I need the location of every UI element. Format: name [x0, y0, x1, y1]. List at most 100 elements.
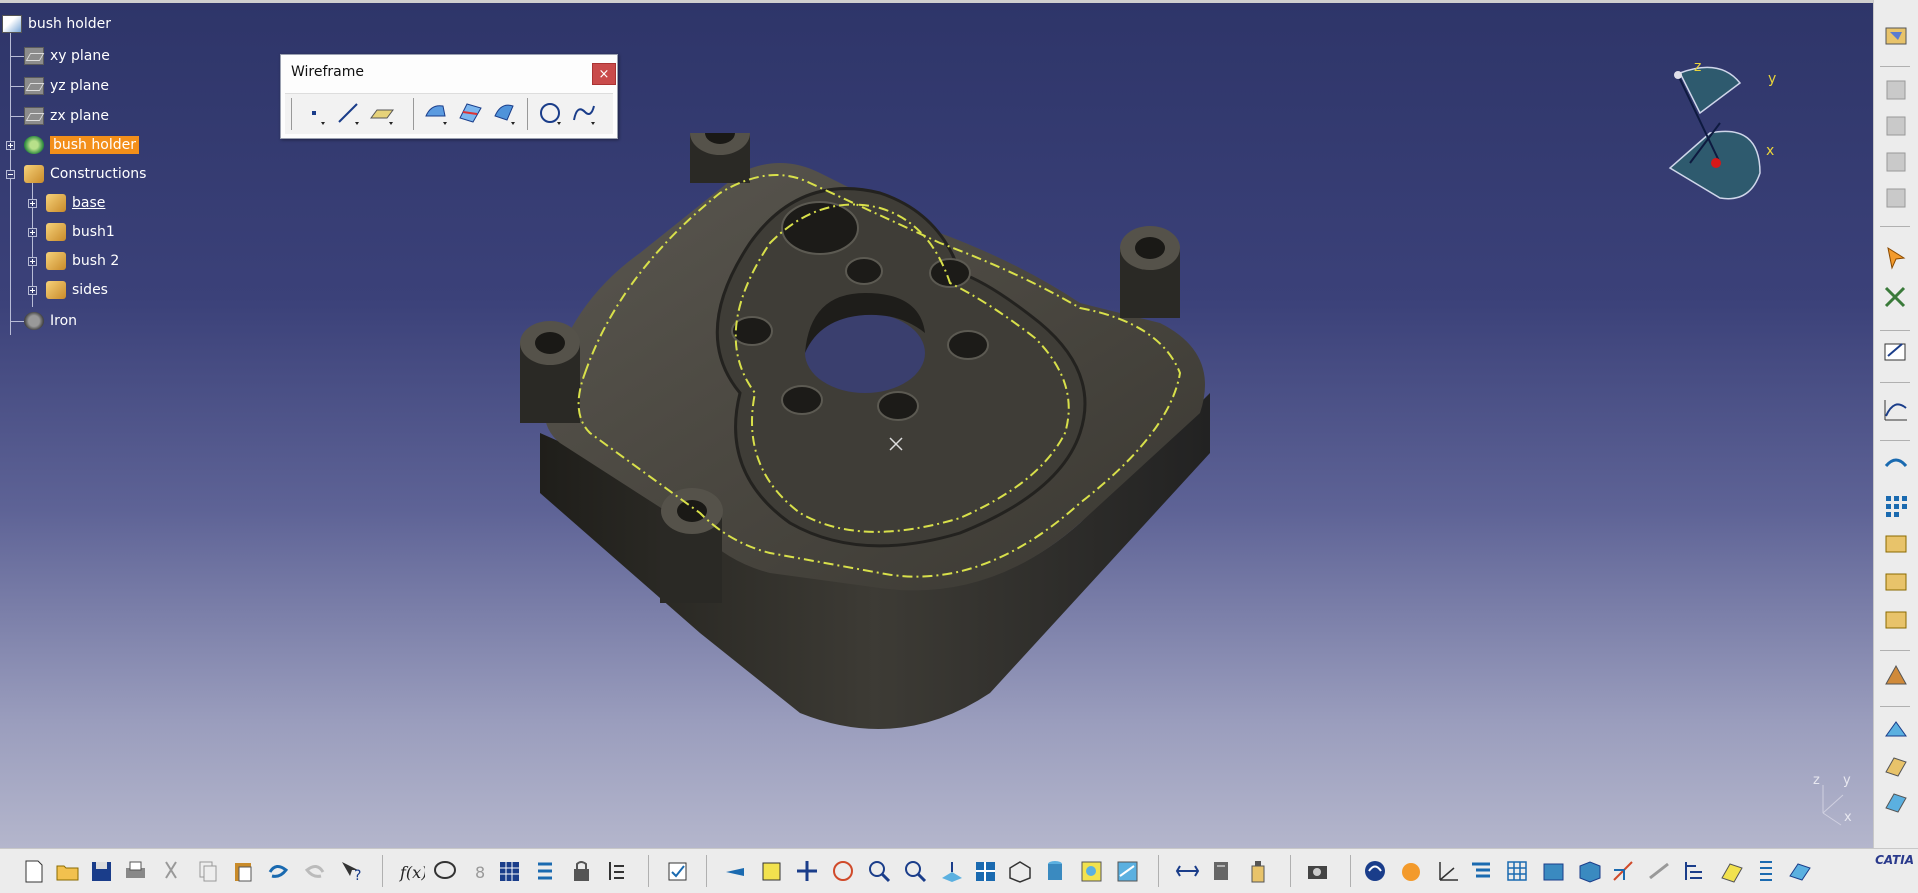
swap-visible-icon[interactable]	[1114, 858, 1141, 885]
measure-inertia-icon[interactable]	[1244, 858, 1271, 885]
body-icon	[46, 281, 66, 299]
point-icon[interactable]	[301, 100, 327, 126]
pan-icon[interactable]	[794, 858, 821, 885]
tree-root[interactable]: bush holder	[2, 13, 111, 35]
tree-item-part-body[interactable]: bush holder	[24, 134, 139, 156]
enovia-icon[interactable]	[1362, 858, 1389, 885]
surface-tool-icon[interactable]	[1882, 788, 1910, 816]
wireframe-title: Wireframe	[291, 64, 365, 80]
tree-item-base[interactable]: base	[46, 192, 105, 214]
tree-item-sides[interactable]: sides	[46, 279, 108, 301]
tree-item-bush2[interactable]: bush 2	[46, 250, 119, 272]
sketch-icon[interactable]	[1882, 338, 1910, 366]
product-tool-icon[interactable]	[1882, 148, 1910, 176]
analysis-icon[interactable]	[1882, 662, 1910, 690]
catalog-icon[interactable]	[532, 858, 559, 885]
pattern-icon[interactable]	[1882, 492, 1910, 520]
tree-reorder-icon[interactable]	[1468, 858, 1495, 885]
compass[interactable]: z y x	[1660, 59, 1780, 217]
tree-item-constructions[interactable]: Constructions	[24, 163, 146, 185]
surface-tool-icon[interactable]	[1882, 752, 1910, 780]
spline-icon[interactable]	[571, 100, 597, 126]
shading-icon[interactable]	[1042, 858, 1069, 885]
tree-item-yz-plane[interactable]: yz plane	[24, 75, 109, 97]
normal-view-icon[interactable]	[938, 858, 965, 885]
design-table-icon[interactable]	[496, 858, 523, 885]
hand-icon[interactable]	[1398, 858, 1425, 885]
grid-icon[interactable]	[1504, 858, 1531, 885]
lock-icon[interactable]	[568, 858, 595, 885]
body-tool-icon[interactable]	[1882, 568, 1910, 596]
intersection-icon[interactable]	[457, 100, 483, 126]
select-arrow-icon[interactable]	[1882, 244, 1910, 272]
tree-item-zx-plane[interactable]: zx plane	[24, 105, 109, 127]
zoom-in-icon[interactable]	[866, 858, 893, 885]
hide-show-icon[interactable]	[1078, 858, 1105, 885]
body-tool-icon[interactable]	[1882, 530, 1910, 558]
instantiate-icon[interactable]	[604, 858, 631, 885]
wireframe-toolbar[interactable]: Wireframe ×	[280, 54, 618, 139]
rotate-icon[interactable]	[830, 858, 857, 885]
help-icon[interactable]: ?	[338, 858, 365, 885]
3d-compass-icon[interactable]	[1576, 858, 1603, 885]
snap-icon[interactable]	[1882, 284, 1910, 312]
body-tool-icon[interactable]	[1882, 606, 1910, 634]
law-icon[interactable]: 8	[466, 858, 493, 885]
line-icon[interactable]	[335, 100, 361, 126]
expand-toggle[interactable]	[6, 141, 15, 150]
capture-icon[interactable]	[1304, 858, 1331, 885]
plane-icon	[24, 107, 44, 125]
projection-icon[interactable]	[423, 100, 449, 126]
measure-between-icon[interactable]	[1174, 858, 1201, 885]
expand-toggle[interactable]	[28, 257, 37, 266]
plane-system-icon[interactable]	[1540, 858, 1567, 885]
triad-x-label: x	[1844, 810, 1852, 825]
copy-icon[interactable]	[194, 858, 221, 885]
svg-text:?: ?	[354, 868, 361, 884]
circle-icon[interactable]	[537, 100, 563, 126]
open-folder-icon[interactable]	[54, 858, 81, 885]
curve-analysis-icon[interactable]	[1882, 396, 1910, 424]
plane-icon[interactable]	[369, 100, 395, 126]
part-model[interactable]	[520, 133, 1240, 753]
close-button[interactable]: ×	[592, 63, 616, 85]
iso-view-icon[interactable]	[1006, 858, 1033, 885]
expand-toggle[interactable]	[28, 228, 37, 237]
print-icon[interactable]	[122, 858, 149, 885]
3d-viewport[interactable]: bush holder xy plane yz plane zx plane b…	[0, 0, 1873, 848]
paste-icon[interactable]	[230, 858, 257, 885]
product-tool-icon[interactable]	[1882, 76, 1910, 104]
zoom-out-icon[interactable]	[902, 858, 929, 885]
workbench-icon[interactable]	[1882, 22, 1910, 50]
new-file-icon[interactable]	[20, 858, 47, 885]
axis-system-icon[interactable]	[1434, 858, 1461, 885]
update-icon[interactable]	[664, 858, 691, 885]
fit-all-icon[interactable]	[758, 858, 785, 885]
measure-icon[interactable]	[1882, 716, 1910, 744]
annotation-icon[interactable]	[1718, 858, 1745, 885]
knowledge-icon[interactable]	[432, 858, 459, 885]
multi-view-icon[interactable]	[972, 858, 999, 885]
formula-icon[interactable]: f(x)	[398, 858, 425, 885]
constraint-icon[interactable]	[1610, 858, 1637, 885]
redo-icon[interactable]	[302, 858, 329, 885]
cut-icon[interactable]	[158, 858, 185, 885]
save-icon[interactable]	[88, 858, 115, 885]
tree-item-bush1[interactable]: bush1	[46, 221, 115, 243]
specification-icon[interactable]	[1682, 858, 1709, 885]
collapse-toggle[interactable]	[6, 170, 15, 179]
expand-toggle[interactable]	[28, 286, 37, 295]
product-tool-icon[interactable]	[1882, 112, 1910, 140]
expand-toggle[interactable]	[28, 199, 37, 208]
fly-mode-icon[interactable]	[722, 858, 749, 885]
surface-select-icon[interactable]	[1786, 858, 1813, 885]
list-icon[interactable]	[1752, 858, 1779, 885]
sketch-tool-icon[interactable]	[1646, 858, 1673, 885]
offset-icon[interactable]	[491, 100, 517, 126]
undo-icon[interactable]	[264, 858, 291, 885]
repetition-icon[interactable]	[1882, 452, 1910, 480]
tree-item-material[interactable]: Iron	[24, 310, 77, 332]
product-tool-icon[interactable]	[1882, 184, 1910, 212]
tree-item-xy-plane[interactable]: xy plane	[24, 45, 110, 67]
measure-item-icon[interactable]	[1208, 858, 1235, 885]
